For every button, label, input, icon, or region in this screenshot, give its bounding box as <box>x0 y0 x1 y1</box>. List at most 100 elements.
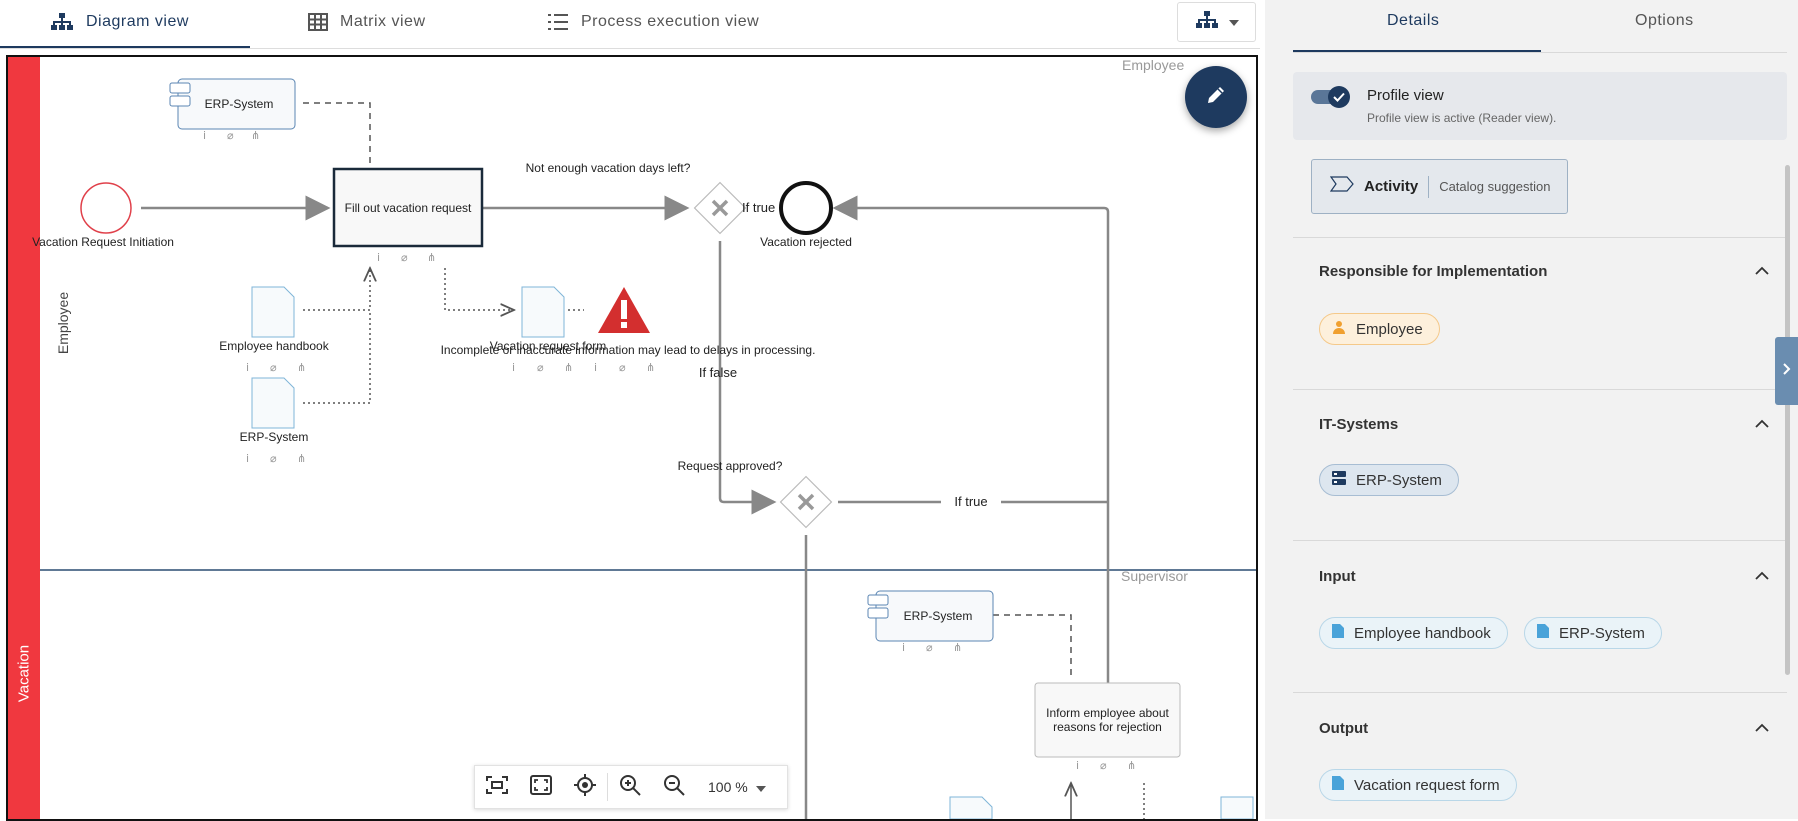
chip-label: Employee <box>1356 320 1423 338</box>
svg-text:⋔: ⋔ <box>564 361 573 374</box>
svg-text:⋔: ⋔ <box>297 452 306 465</box>
fullscreen-icon <box>530 774 552 800</box>
chevron-up-icon[interactable] <box>1755 567 1769 585</box>
zoom-toolbar: 100 % <box>474 765 788 809</box>
zoom-level-select[interactable]: 100 % <box>708 779 766 795</box>
svg-text:⋔: ⋔ <box>646 361 655 374</box>
svg-text:i: i <box>594 361 597 374</box>
svg-text:⌀: ⌀ <box>619 361 626 374</box>
svg-text:⌀: ⌀ <box>270 452 277 465</box>
gateway-exclusive-1 <box>693 181 747 235</box>
chevron-up-icon[interactable] <box>1755 262 1769 280</box>
activity-type-box[interactable]: Activity Catalog suggestion <box>1311 159 1568 214</box>
zoom-in-button[interactable] <box>608 766 652 808</box>
chip-input-handbook[interactable]: Employee handbook <box>1319 617 1508 649</box>
details-panel: Details Options Profile view Profile vie… <box>1265 0 1798 819</box>
caret-down-icon <box>1228 13 1239 31</box>
person-icon <box>1332 320 1346 338</box>
warning-icon <box>598 287 650 333</box>
gateway2-true-label: If true <box>941 494 1001 509</box>
section-divider <box>1293 540 1787 541</box>
gateway-exclusive-2 <box>779 475 833 529</box>
tab-details[interactable]: Details <box>1387 12 1439 30</box>
svg-text:i: i <box>1076 759 1079 772</box>
fullscreen-button[interactable] <box>519 766 563 808</box>
document-icon <box>1332 624 1344 642</box>
zoom-out-button[interactable] <box>652 766 696 808</box>
assoc-erp-top <box>303 102 371 165</box>
panel-scrollbar[interactable] <box>1785 165 1790 675</box>
chip-output-form[interactable]: Vacation request form <box>1319 769 1517 801</box>
chip-label: Vacation request form <box>1354 776 1500 794</box>
profile-view-toggle[interactable] <box>1311 86 1351 108</box>
svg-text:⋔: ⋔ <box>1127 759 1136 772</box>
profile-view-title: Profile view <box>1367 87 1444 104</box>
svg-text:⌀: ⌀ <box>1100 759 1107 772</box>
task2-label-line2: reasons for rejection <box>1053 720 1162 734</box>
erp-lane2-label: ERP-System <box>903 609 973 623</box>
fit-to-screen-button[interactable] <box>475 766 519 808</box>
svg-text:⌀: ⌀ <box>926 641 933 654</box>
zoom-level-value: 100 % <box>708 779 748 795</box>
view-tabbar: Diagram view Matrix view Process executi… <box>0 0 1260 50</box>
start-event <box>80 182 132 234</box>
activity-label: Activity <box>1364 178 1419 195</box>
warning-text: Incomplete or inaccurate information may… <box>440 343 816 357</box>
svg-text:i: i <box>512 361 515 374</box>
end-event-label: Vacation rejected <box>760 235 852 249</box>
tab-options[interactable]: Options <box>1635 12 1694 30</box>
center-view-button[interactable] <box>563 766 607 808</box>
section-divider <box>1293 237 1787 238</box>
svg-text:i: i <box>246 361 249 374</box>
activity-tag-icon <box>1329 176 1354 197</box>
end-event <box>779 181 833 235</box>
start-event-label: Vacation Request Initiation <box>32 235 174 249</box>
document-icon <box>1537 624 1549 642</box>
panel-collapse-button[interactable] <box>1775 337 1798 405</box>
profile-view-subtitle: Profile view is active (Reader view). <box>1367 111 1557 125</box>
svg-text:i: i <box>902 641 905 654</box>
tab-process-execution-view-label: Process execution view <box>581 13 760 30</box>
activity-divider <box>1428 175 1430 198</box>
grid-icon <box>308 13 328 31</box>
diagram-canvas[interactable]: Vacation Employee Employee Supervisor i … <box>6 55 1258 821</box>
caret-down-icon <box>755 779 766 795</box>
svg-text:⌀: ⌀ <box>401 251 408 264</box>
catalog-suggestion-label: Catalog suggestion <box>1439 179 1551 194</box>
chip-label: ERP-System <box>1356 471 1442 489</box>
tab-diagram-view-label: Diagram view <box>86 13 189 30</box>
gateway1-question: Not enough vacation days left? <box>525 161 691 175</box>
doc-employee-handbook <box>251 286 295 338</box>
doc-handbook-label: Employee handbook <box>219 339 329 353</box>
chevron-up-icon[interactable] <box>1755 719 1769 737</box>
chevron-up-icon[interactable] <box>1755 415 1769 433</box>
profile-view-box: Profile view Profile view is active (Rea… <box>1293 72 1787 140</box>
svg-text:i: i <box>203 129 206 142</box>
view-mode-dropdown[interactable] <box>1177 2 1256 42</box>
tab-matrix-view[interactable]: Matrix view <box>308 0 426 44</box>
list-icon <box>547 13 569 31</box>
pencil-icon <box>1205 84 1227 111</box>
edit-button[interactable] <box>1185 66 1247 128</box>
chip-responsible-employee[interactable]: Employee <box>1319 313 1440 345</box>
svg-text:⌀: ⌀ <box>227 129 234 142</box>
doc-vacation-request-form <box>521 286 565 338</box>
assoc-erp-doc <box>303 310 371 404</box>
section-divider <box>1293 692 1787 693</box>
section-title-output: Output <box>1319 720 1369 737</box>
panel-tab-divider <box>1293 52 1787 53</box>
chip-input-erp[interactable]: ERP-System <box>1524 617 1662 649</box>
tab-process-execution-view[interactable]: Process execution view <box>547 0 759 44</box>
task1-label: Fill out vacation request <box>344 201 472 215</box>
task2-label-line1: Inform employee about <box>1046 706 1169 720</box>
gateway1-false-label: If false <box>698 365 738 380</box>
svg-text:⋔: ⋔ <box>251 129 260 142</box>
document-icon <box>1332 776 1344 794</box>
svg-text:⋔: ⋔ <box>953 641 962 654</box>
assoc-form <box>444 268 514 310</box>
assoc-erp-lane2 <box>993 614 1072 675</box>
tab-diagram-view[interactable]: Diagram view <box>50 0 189 44</box>
chip-it-system-erp[interactable]: ERP-System <box>1319 464 1459 496</box>
svg-text:⋔: ⋔ <box>427 251 436 264</box>
tab-matrix-view-label: Matrix view <box>340 13 426 30</box>
